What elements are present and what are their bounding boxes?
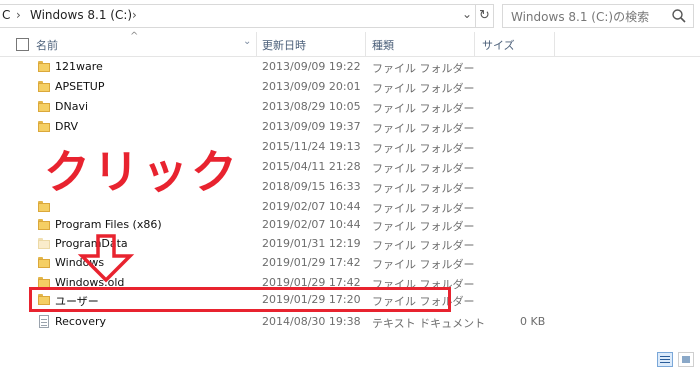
column-header-date[interactable]: 更新日時: [262, 37, 306, 53]
file-row[interactable]: 121ware 2013/09/09 19:22 ファイル フォルダー: [0, 58, 700, 77]
file-name[interactable]: APSETUP: [55, 80, 105, 93]
column-divider[interactable]: [554, 32, 555, 56]
file-name[interactable]: DRV: [55, 120, 78, 133]
file-date: 2013/09/09 19:37: [262, 120, 361, 133]
chevron-down-icon[interactable]: ⌄: [243, 36, 251, 47]
file-type: ファイル フォルダー: [372, 102, 475, 115]
address-bar[interactable]: C › Windows 8.1 (C:) › ⌄: [0, 4, 494, 28]
breadcrumb-separator-icon[interactable]: ›: [132, 8, 137, 22]
file-date: 2014/08/30 19:38: [262, 315, 361, 328]
select-all-checkbox[interactable]: [16, 38, 29, 51]
file-size: 0 KB: [520, 315, 546, 328]
column-divider[interactable]: [256, 32, 257, 56]
search-box[interactable]: [502, 4, 694, 28]
view-buttons: [657, 352, 697, 368]
highlight-box: [29, 287, 451, 312]
file-type: ファイル フォルダー: [372, 82, 475, 95]
file-type: ファイル フォルダー: [372, 258, 475, 271]
sort-ascending-icon: ^: [130, 31, 139, 42]
file-type: ファイル フォルダー: [372, 162, 475, 175]
folder-icon: [38, 121, 50, 132]
breadcrumb-separator-icon[interactable]: ›: [16, 8, 21, 22]
file-row[interactable]: APSETUP 2013/09/09 20:01 ファイル フォルダー: [0, 78, 700, 97]
file-type: ファイル フォルダー: [372, 142, 475, 155]
folder-icon: [38, 201, 50, 212]
file-type: ファイル フォルダー: [372, 239, 475, 252]
search-input[interactable]: [509, 6, 673, 28]
file-name[interactable]: Program Files (x86): [55, 218, 162, 231]
folder-icon: [38, 101, 50, 112]
column-header-name[interactable]: 名前: [36, 37, 58, 53]
file-date: 2019/02/07 10:44: [262, 218, 361, 231]
file-row[interactable]: DNavi 2013/08/29 10:05 ファイル フォルダー: [0, 98, 700, 117]
folder-icon: [38, 238, 50, 249]
chevron-down-icon[interactable]: ⌄: [462, 7, 472, 21]
file-row[interactable]: Recovery 2014/08/30 19:38 テキスト ドキュメント 0 …: [0, 313, 700, 332]
column-divider[interactable]: [365, 32, 366, 56]
column-header-size[interactable]: サイズ: [482, 37, 515, 53]
folder-icon: [38, 61, 50, 72]
folder-icon: [38, 81, 50, 92]
file-type: ファイル フォルダー: [372, 202, 475, 215]
file-date: 2019/01/29 17:42: [262, 256, 361, 269]
file-date: 2018/09/15 16:33: [262, 180, 361, 193]
file-name[interactable]: DNavi: [55, 100, 88, 113]
file-type: テキスト ドキュメント: [372, 317, 486, 330]
file-name[interactable]: Recovery: [55, 315, 106, 328]
file-date: 2019/02/07 10:44: [262, 200, 361, 213]
file-type: ファイル フォルダー: [372, 182, 475, 195]
column-divider[interactable]: [474, 32, 475, 56]
file-type: ファイル フォルダー: [372, 122, 475, 135]
folder-icon: [38, 257, 50, 268]
file-date: 2015/04/11 21:28: [262, 160, 361, 173]
file-type: ファイル フォルダー: [372, 220, 475, 233]
column-header-type[interactable]: 種類: [372, 37, 394, 53]
file-name[interactable]: 121ware: [55, 60, 103, 73]
folder-icon: [38, 219, 50, 230]
text-document-icon: [39, 315, 49, 328]
annotation-label: クリック: [44, 145, 240, 199]
breadcrumb-drive[interactable]: Windows 8.1 (C:): [30, 8, 132, 22]
search-icon[interactable]: [671, 8, 687, 24]
file-date: 2015/11/24 19:13: [262, 140, 361, 153]
file-row[interactable]: DRV 2013/09/09 19:37 ファイル フォルダー: [0, 118, 700, 137]
large-icons-view-icon[interactable]: [678, 352, 694, 367]
file-date: 2013/08/29 10:05: [262, 100, 361, 113]
file-date: 2013/09/09 19:22: [262, 60, 361, 73]
file-date: 2019/01/31 12:19: [262, 237, 361, 250]
details-view-icon[interactable]: [657, 352, 673, 367]
file-row[interactable]: Program Files (x86) 2019/02/07 10:44 ファイ…: [0, 216, 700, 235]
file-date: 2013/09/09 20:01: [262, 80, 361, 93]
navigation-bar: C › Windows 8.1 (C:) › ⌄ ↻: [0, 0, 700, 33]
column-header: ^ 名前 ⌄ 更新日時 種類 サイズ: [0, 31, 700, 57]
down-arrow-icon: [77, 234, 135, 283]
file-type: ファイル フォルダー: [372, 62, 475, 75]
refresh-icon[interactable]: ↻: [475, 4, 494, 28]
address-root-fragment[interactable]: C: [2, 8, 10, 22]
